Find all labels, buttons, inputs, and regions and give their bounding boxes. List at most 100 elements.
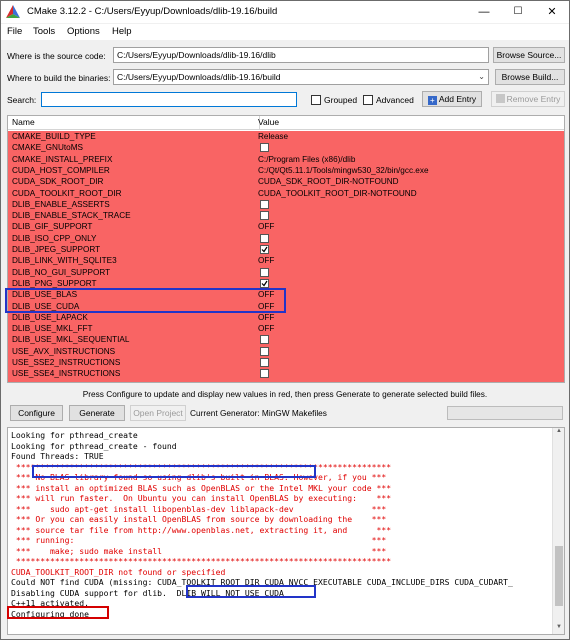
- value-checkbox-checked[interactable]: [260, 278, 269, 288]
- current-generator: Current Generator: MinGW Makefiles: [190, 408, 327, 418]
- add-entry-label: Add Entry: [438, 94, 477, 104]
- cache-entry-value[interactable]: CUDA_SDK_ROOT_DIR-NOTFOUND: [258, 176, 399, 187]
- cache-entry-value[interactable]: OFF: [258, 255, 274, 266]
- name-column-header[interactable]: Name: [12, 117, 35, 127]
- log-line: Looking for pthread_create - found: [11, 440, 177, 451]
- output-log[interactable]: Looking for pthread_create Looking for pt…: [7, 427, 565, 635]
- browse-build-button[interactable]: Browse Build...: [495, 69, 565, 85]
- cache-entry-name: DLIB_ENABLE_STACK_TRACE: [12, 211, 131, 221]
- search-input[interactable]: [41, 92, 297, 107]
- cache-entry-name: DLIB_USE_LAPACK: [12, 312, 88, 322]
- grouped-checkbox[interactable]: [311, 95, 321, 105]
- log-line: *** make; sudo make install ***: [11, 545, 387, 556]
- table-row[interactable]: USE_SSE4_INSTRUCTIONS: [8, 368, 564, 379]
- menu-file[interactable]: File: [7, 26, 22, 37]
- log-line: *** running: ***: [11, 535, 387, 545]
- build-path-combo[interactable]: C:/Users/Eyyup/Downloads/dlib-19.16/buil…: [113, 69, 489, 85]
- plus-icon: +: [427, 96, 437, 105]
- value-checkbox-checked[interactable]: [260, 245, 269, 254]
- source-label: Where is the source code:: [7, 51, 106, 61]
- cache-entry-name: USE_SSE4_INSTRUCTIONS: [12, 369, 121, 379]
- configuring-done-highlight-box: [7, 606, 109, 619]
- table-row[interactable]: CMAKE_GNUtoMS: [8, 142, 564, 153]
- cache-table: Name Value CMAKE_BUILD_TYPE Release CMAKE_…: [7, 115, 565, 383]
- cache-entry-name: DLIB_GIF_SUPPORT: [12, 222, 93, 232]
- source-path-value: C:/Users/Eyyup/Downloads/dlib-19.16/dlib: [117, 50, 276, 60]
- table-row[interactable]: DLIB_USE_MKL_FFT OFF: [8, 323, 564, 334]
- value-column-header[interactable]: Value: [258, 117, 279, 127]
- cache-entry-name: USE_AVX_INSTRUCTIONS: [12, 346, 116, 356]
- cache-entry-name: DLIB_NO_GUI_SUPPORT: [12, 267, 111, 277]
- remove-entry-button[interactable]: Remove Entry: [491, 91, 565, 107]
- value-checkbox[interactable]: [260, 233, 269, 243]
- browse-source-button[interactable]: Browse Source...: [493, 47, 565, 63]
- scroll-thumb[interactable]: [555, 546, 563, 606]
- log-line: CUDA_TOOLKIT_ROOT_DIR not found or speci…: [11, 566, 226, 577]
- cache-entry-name: DLIB_JPEG_SUPPORT: [12, 245, 101, 254]
- search-label: Search:: [7, 95, 37, 105]
- cache-entry-name: CUDA_TOOLKIT_ROOT_DIR: [12, 188, 122, 198]
- table-row[interactable]: DLIB_ENABLE_ASSERTS: [8, 199, 564, 210]
- table-row[interactable]: CMAKE_INSTALL_PREFIX C:/Program Files (x8…: [8, 154, 564, 165]
- cache-entry-value[interactable]: CUDA_TOOLKIT_ROOT_DIR-NOTFOUND: [258, 188, 417, 199]
- minimize-button[interactable]: —: [467, 1, 501, 23]
- table-row[interactable]: DLIB_USE_LAPACK OFF: [8, 312, 564, 323]
- table-row[interactable]: USE_SSE2_INSTRUCTIONS: [8, 357, 564, 368]
- log-scrollbar[interactable]: ▲ ▼: [552, 428, 564, 634]
- table-row[interactable]: DLIB_ISO_CPP_ONLY: [8, 233, 564, 244]
- cache-entry-value[interactable]: OFF: [258, 221, 274, 232]
- table-row[interactable]: DLIB_LINK_WITH_SQLITE3 OFF: [8, 255, 564, 266]
- source-path-field[interactable]: C:/Users/Eyyup/Downloads/dlib-19.16/dlib: [113, 47, 489, 63]
- table-body: CMAKE_BUILD_TYPE Release CMAKE_GNUtoMS CMAK…: [8, 131, 564, 382]
- cache-entry-name: CUDA_SDK_ROOT_DIR: [12, 177, 104, 187]
- table-row[interactable]: CUDA_HOST_COMPILER C:/Qt/Qt5.11.1/Tools/m…: [8, 165, 564, 176]
- cache-entry-value[interactable]: C:/Program Files (x86)/dlib: [258, 154, 355, 165]
- table-header: Name Value: [8, 116, 564, 130]
- table-row[interactable]: DLIB_USE_MKL_SEQUENTIAL: [8, 334, 564, 345]
- generate-button[interactable]: Generate: [69, 405, 125, 421]
- close-button[interactable]: ✕: [535, 1, 569, 23]
- cache-entry-value[interactable]: OFF: [258, 323, 274, 334]
- value-checkbox[interactable]: [260, 369, 269, 379]
- cache-entry-value[interactable]: OFF: [258, 312, 274, 323]
- table-row[interactable]: CUDA_TOOLKIT_ROOT_DIR CUDA_TOOLKIT_ROOT_D…: [8, 188, 564, 199]
- cuda-message-highlight-box: [186, 585, 316, 598]
- build-path-value: C:/Users/Eyyup/Downloads/dlib-19.16/buil…: [117, 72, 281, 82]
- value-checkbox[interactable]: [260, 267, 269, 277]
- cache-entry-value[interactable]: Release: [258, 131, 288, 142]
- open-project-button[interactable]: Open Project: [130, 405, 186, 421]
- table-row[interactable]: DLIB_NO_GUI_SUPPORT: [8, 267, 564, 278]
- value-checkbox[interactable]: [260, 358, 269, 367]
- scroll-up-icon[interactable]: ▲: [553, 428, 564, 438]
- table-row[interactable]: DLIB_ENABLE_STACK_TRACE: [8, 210, 564, 221]
- menu-help[interactable]: Help: [112, 26, 132, 37]
- table-row[interactable]: DLIB_GIF_SUPPORT OFF: [8, 221, 564, 232]
- menu-options[interactable]: Options: [67, 26, 100, 37]
- chevron-down-icon[interactable]: ⌄: [478, 70, 485, 84]
- table-row[interactable]: DLIB_JPEG_SUPPORT: [8, 244, 564, 255]
- value-checkbox[interactable]: [260, 143, 269, 153]
- cache-entry-name: DLIB_ISO_CPP_ONLY: [12, 233, 97, 243]
- value-checkbox[interactable]: [260, 335, 269, 345]
- add-entry-button[interactable]: + Add Entry: [422, 91, 482, 107]
- table-row[interactable]: CMAKE_BUILD_TYPE Release: [8, 131, 564, 142]
- advanced-checkbox[interactable]: [363, 95, 373, 105]
- build-label: Where to build the binaries:: [7, 73, 111, 83]
- remove-icon: [495, 94, 505, 103]
- value-checkbox[interactable]: [260, 211, 269, 221]
- value-checkbox[interactable]: [260, 346, 269, 356]
- menu-tools[interactable]: Tools: [33, 26, 55, 37]
- cache-entry-name: CUDA_HOST_COMPILER: [12, 165, 110, 175]
- table-row[interactable]: USE_AVX_INSTRUCTIONS: [8, 346, 564, 357]
- checkmark-icon: [261, 280, 268, 287]
- cache-entry-name: USE_SSE2_INSTRUCTIONS: [12, 358, 121, 367]
- blas-cuda-highlight-box: [5, 288, 286, 313]
- value-checkbox[interactable]: [260, 199, 269, 209]
- advanced-label: Advanced: [376, 95, 414, 105]
- configure-button[interactable]: Configure: [10, 405, 63, 421]
- table-row[interactable]: CUDA_SDK_ROOT_DIR CUDA_SDK_ROOT_DIR-NOTFO…: [8, 176, 564, 187]
- maximize-button[interactable]: ☐: [501, 1, 535, 23]
- cmake-app-icon: [6, 5, 20, 18]
- scroll-down-icon[interactable]: ▼: [553, 624, 564, 634]
- cache-entry-value[interactable]: C:/Qt/Qt5.11.1/Tools/mingw530_32/bin/gcc…: [258, 165, 429, 176]
